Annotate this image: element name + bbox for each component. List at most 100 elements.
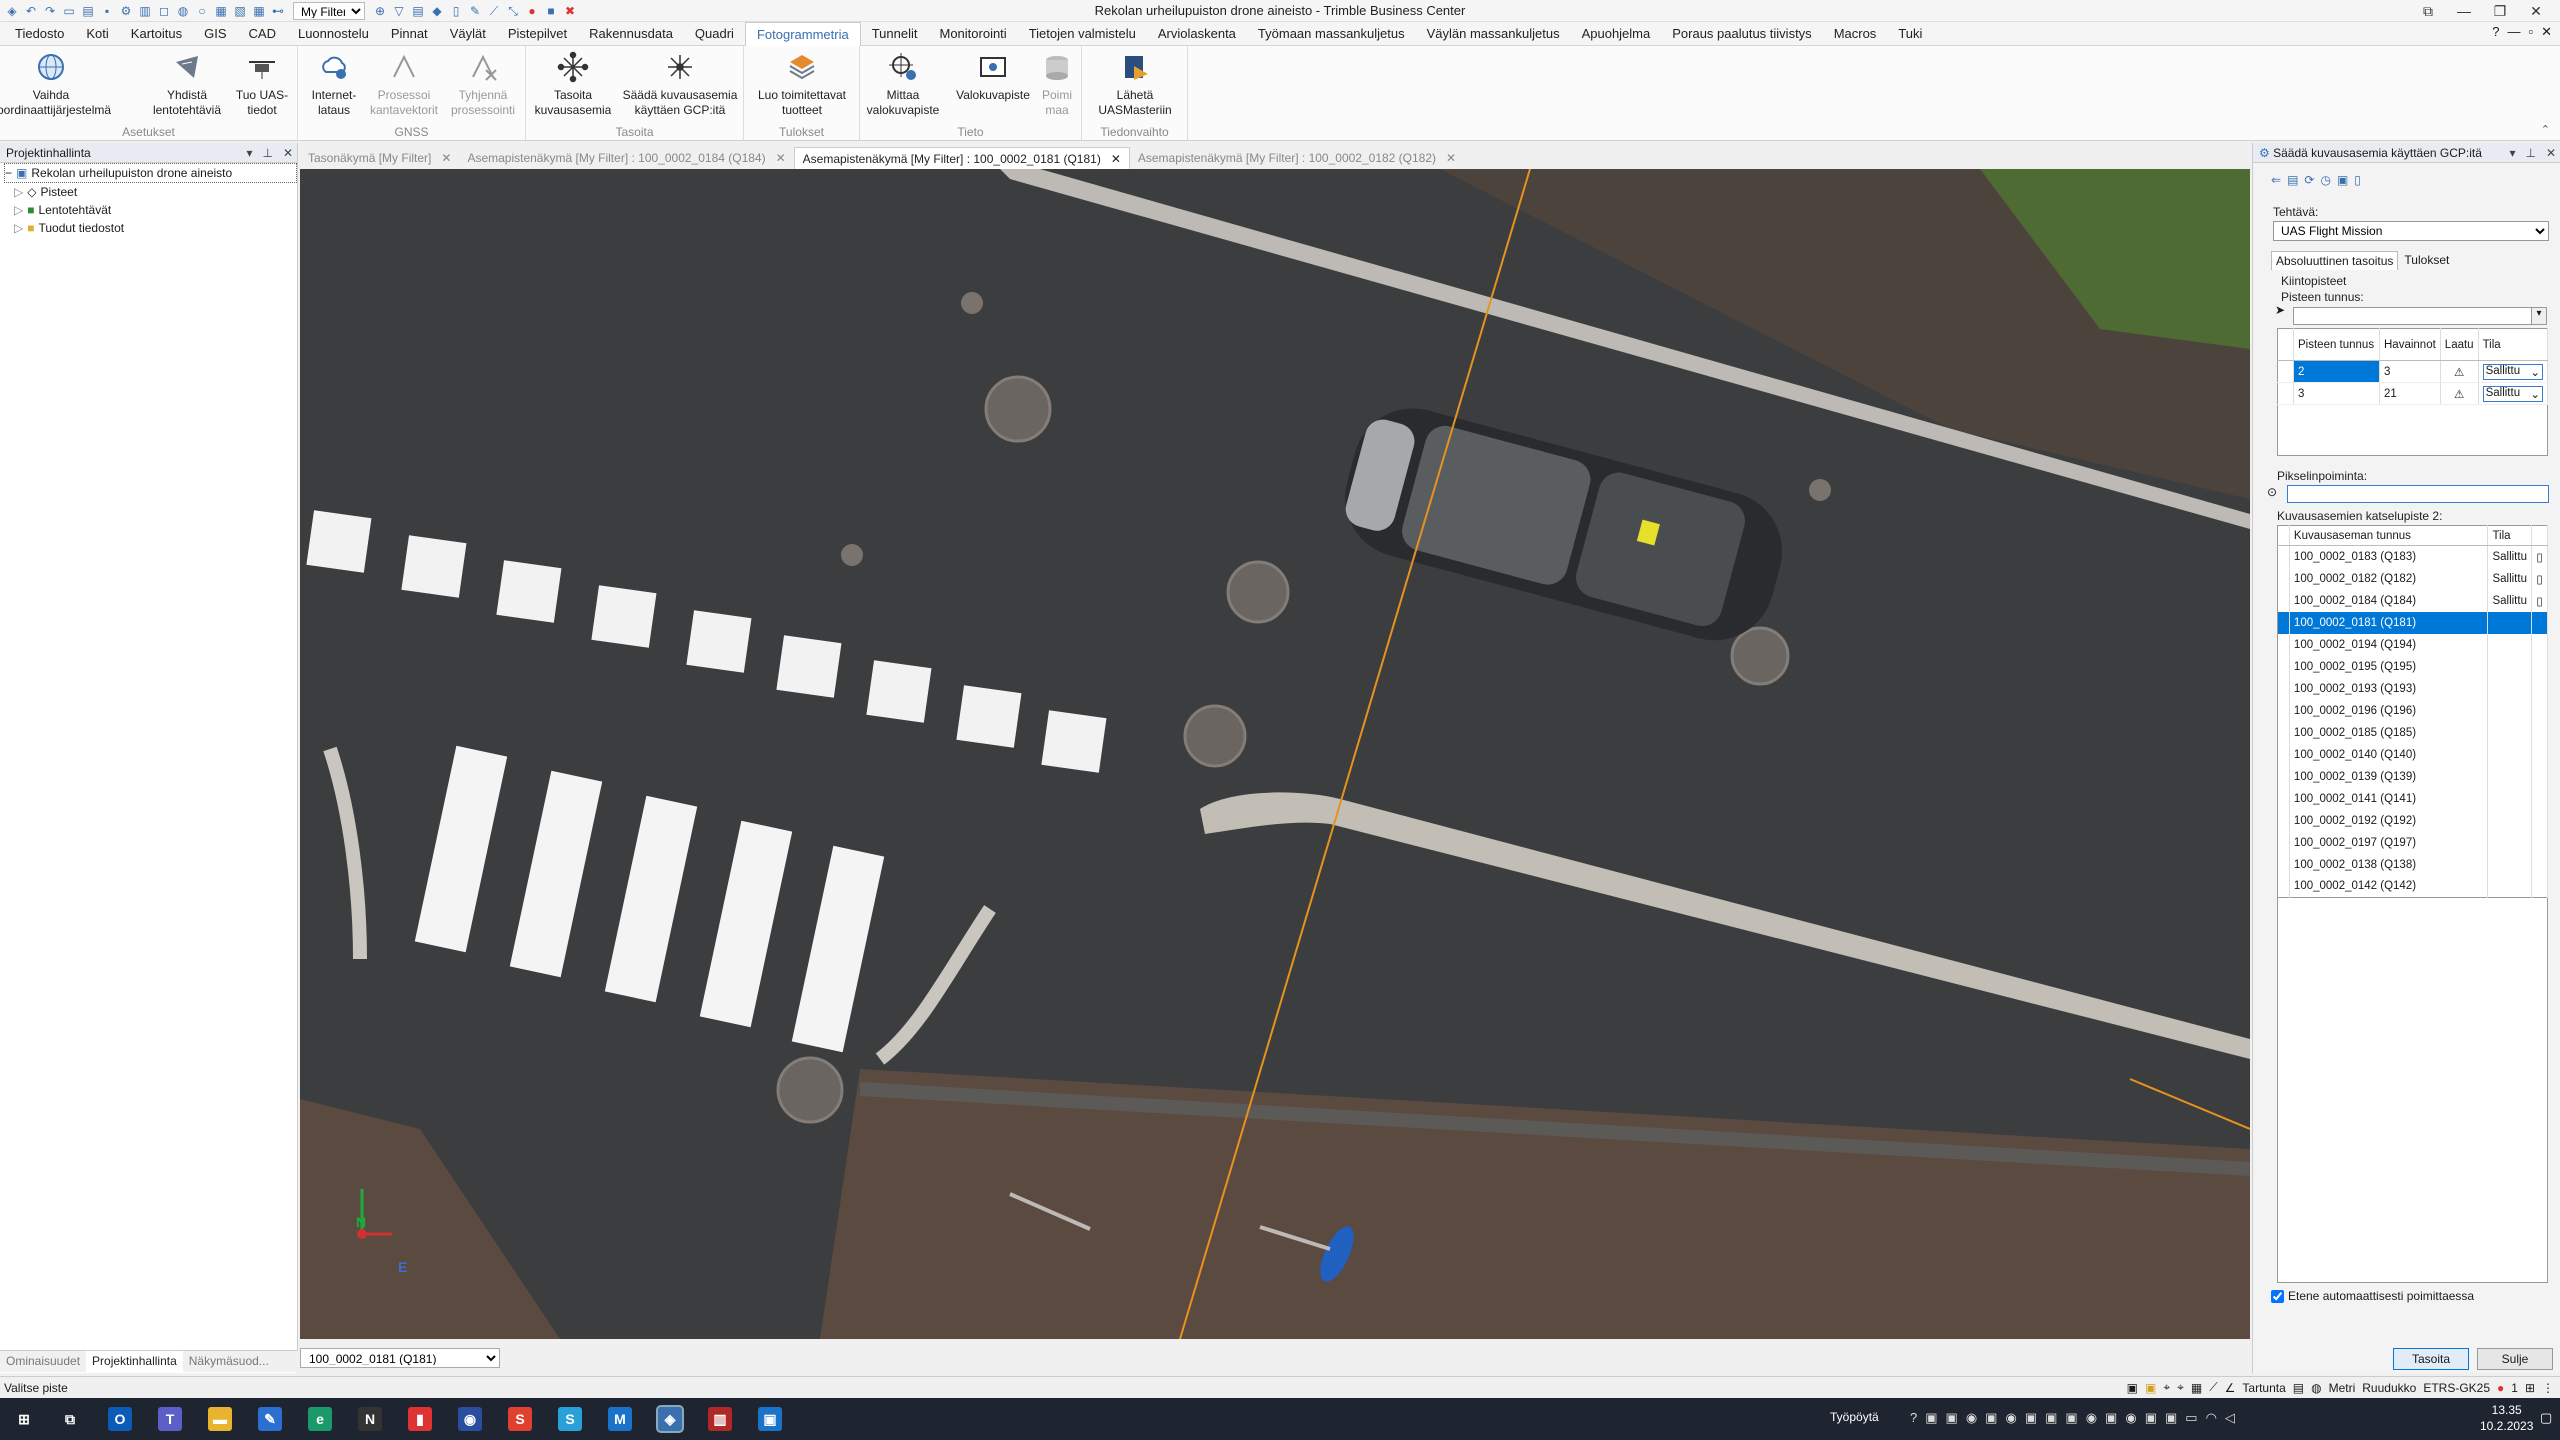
station-id-cell[interactable]: 100_0002_0195 (Q195) [2289, 655, 2489, 678]
station-status-cell[interactable] [2487, 809, 2532, 832]
status-toggle-icon[interactable] [2531, 809, 2549, 832]
maximize-icon[interactable]: ❐ [2482, 0, 2518, 22]
status-toggle-icon[interactable] [2531, 787, 2549, 810]
process-baselines-button[interactable]: Prosessoi kantavektorit [366, 50, 442, 118]
station-id-cell[interactable]: 100_0002_0192 (Q192) [2289, 809, 2489, 832]
station-id-cell[interactable]: 100_0002_0194 (Q194) [2289, 633, 2489, 656]
dropdown-icon[interactable]: ▾ [2509, 143, 2515, 163]
notification-icon[interactable]: ▢ [2540, 1410, 2552, 1426]
chevron-down-icon[interactable]: ⌄ [2530, 365, 2540, 379]
note-icon[interactable]: ▯ [2354, 173, 2361, 187]
station-status-cell[interactable] [2487, 831, 2532, 854]
station-id-cell[interactable]: 100_0002_0141 (Q141) [2289, 787, 2489, 810]
tab-project-explorer[interactable]: Projektinhallinta [86, 1351, 183, 1372]
expand-icon[interactable]: ▷ [14, 183, 23, 201]
tab-station-q181[interactable]: Asemapistenäkymä [My Filter] : 100_0002_… [793, 147, 1130, 169]
table-row[interactable]: 100_0002_0183 (Q183) Sallittu ▯ [2277, 545, 2549, 568]
unit-label[interactable]: Metri [2329, 1381, 2356, 1395]
list-icon[interactable]: ▤ [2287, 173, 2298, 187]
tab-view-filter[interactable]: Näkymäsuod... [183, 1351, 275, 1372]
units-globe-icon[interactable]: ◍ [2311, 1381, 2321, 1395]
tray-app10-icon[interactable]: ▣ [2105, 1410, 2117, 1426]
menu-item-20[interactable]: Macros [1823, 22, 1888, 46]
gcp-status-cell[interactable]: Sallittu ⌄ [2478, 360, 2549, 383]
selection-icon[interactable]: ⊞ [2525, 1381, 2535, 1395]
history-icon[interactable]: ◷ [2320, 173, 2330, 187]
measure-photo-point-button[interactable]: Mittaa valokuvapiste [866, 50, 940, 118]
menu-item-4[interactable]: CAD [238, 22, 287, 46]
pick-ground-button[interactable]: Poimi maa [1036, 50, 1078, 118]
tbc-icon[interactable]: ◈ [656, 1405, 684, 1433]
table-row[interactable]: 100_0002_0140 (Q140) [2277, 743, 2549, 766]
status-toggle-icon[interactable] [2531, 633, 2549, 656]
status-toggle-icon[interactable] [2531, 853, 2549, 876]
expand-icon[interactable]: ▷ [14, 219, 23, 237]
table-row[interactable]: 2 3 ⚠ Sallittu ⌄ [2277, 360, 2549, 383]
menu-item-11[interactable]: Fotogrammetria [744, 21, 861, 46]
close-button[interactable]: Sulje [2477, 1348, 2553, 1370]
help-tray-icon[interactable]: ? [1910, 1410, 1917, 1426]
table-row[interactable]: 100_0002_0184 (Q184) Sallittu ▯ [2277, 589, 2549, 612]
close-icon[interactable]: ✕ [2546, 143, 2556, 163]
station-status-cell[interactable] [2487, 853, 2532, 876]
app-book-icon[interactable]: ▥ [708, 1407, 732, 1431]
status-toggle-icon[interactable] [2531, 611, 2549, 634]
close-icon[interactable]: ✕ [283, 143, 293, 163]
status-toggle-icon[interactable] [2531, 875, 2549, 898]
table-row[interactable]: 100_0002_0142 (Q142) [2277, 875, 2549, 898]
volume-icon[interactable]: ◁ [2225, 1410, 2235, 1426]
station-status-cell[interactable] [2487, 633, 2532, 656]
tray-app13-icon[interactable]: ▣ [2165, 1410, 2177, 1426]
status-toggle-icon[interactable] [2531, 831, 2549, 854]
app-m-icon[interactable]: M [608, 1407, 632, 1431]
table-row[interactable]: 100_0002_0195 (Q195) [2277, 655, 2549, 678]
table-row[interactable]: 100_0002_0141 (Q141) [2277, 787, 2549, 810]
refresh-icon[interactable]: ⟳ [2304, 173, 2314, 187]
pick-target-icon[interactable]: ⊙ [2267, 485, 2277, 499]
status-toggle-icon[interactable] [2531, 743, 2549, 766]
station-id-cell[interactable]: 100_0002_0197 (Q197) [2289, 831, 2489, 854]
crs-label[interactable]: ETRS-GK25 [2423, 1381, 2490, 1395]
tray-app11-icon[interactable]: ◉ [2125, 1410, 2136, 1426]
table-row[interactable]: 100_0002_0138 (Q138) [2277, 853, 2549, 876]
tab-results[interactable]: Tulokset [2398, 251, 2455, 270]
max-doc-icon[interactable]: ▫ [2528, 24, 2533, 40]
col-station-id[interactable]: Kuvausaseman tunnus [2289, 525, 2489, 546]
add-point-icon[interactable]: ▾ [2531, 307, 2547, 325]
col-status[interactable]: Tila [2478, 328, 2549, 361]
dropdown-icon[interactable]: ▾ [246, 143, 252, 163]
station-id-cell[interactable]: 100_0002_0193 (Q193) [2289, 677, 2489, 700]
table-row[interactable]: 100_0002_0182 (Q182) Sallittu ▯ [2277, 567, 2549, 590]
close-tab-icon[interactable]: ✕ [441, 151, 451, 165]
tray-app7-icon[interactable]: ▣ [2045, 1410, 2057, 1426]
station-id-cell[interactable]: 100_0002_0182 (Q182) [2289, 567, 2489, 590]
desktop-label[interactable]: Työpöytä [1830, 1410, 1879, 1424]
status-toggle-icon[interactable]: ▯ [2531, 545, 2549, 568]
status-toggle-icon[interactable]: ▯ [2531, 567, 2549, 590]
table-row[interactable]: 100_0002_0193 (Q193) [2277, 677, 2549, 700]
station-image-view[interactable]: N E [300, 169, 2250, 1339]
create-deliverables-button[interactable]: Luo toimitettavat tuotteet [752, 50, 852, 118]
status-toggle-icon[interactable] [2531, 765, 2549, 788]
app-s-red-icon[interactable]: S [508, 1407, 532, 1431]
tray-app3-icon[interactable]: ◉ [1966, 1410, 1977, 1426]
tab-absolute-adjust[interactable]: Absoluuttinen tasoitus [2271, 251, 2399, 270]
collapse-icon[interactable]: − [5, 164, 12, 182]
table-row[interactable]: 100_0002_0196 (Q196) [2277, 699, 2549, 722]
station-status-cell[interactable] [2487, 765, 2532, 788]
adjust-stations-button[interactable]: Tasoita kuvausasemia [534, 50, 612, 118]
station-status-cell[interactable]: Sallittu [2487, 567, 2532, 590]
table-row[interactable]: 100_0002_0192 (Q192) [2277, 809, 2549, 832]
station-id-cell[interactable]: 100_0002_0183 (Q183) [2289, 545, 2489, 568]
start-icon[interactable]: ⊞ [12, 1407, 36, 1431]
station-status-cell[interactable] [2487, 875, 2532, 898]
change-crs-button[interactable]: Vaihda koordinaattijärjestelmä [0, 50, 111, 118]
station-id-cell[interactable]: 100_0002_0185 (Q185) [2289, 721, 2489, 744]
menu-item-17[interactable]: Väylän massankuljetus [1416, 22, 1571, 46]
table-row[interactable]: 3 21 ⚠ Sallittu ⌄ [2277, 382, 2549, 405]
col-point-id[interactable]: Pisteen tunnus [2293, 328, 2380, 361]
table-row[interactable]: 100_0002_0197 (Q197) [2277, 831, 2549, 854]
close-tab-icon[interactable]: ✕ [1446, 151, 1456, 165]
menu-item-7[interactable]: Väylät [439, 22, 497, 46]
menu-item-9[interactable]: Rakennusdata [578, 22, 684, 46]
